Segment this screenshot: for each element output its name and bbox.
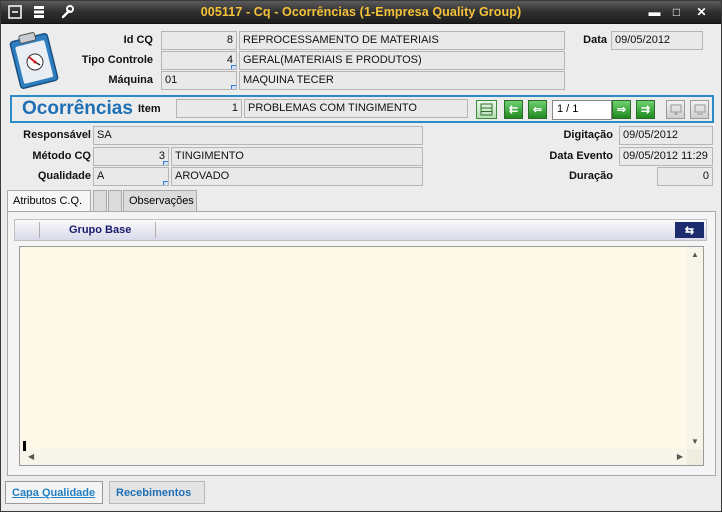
digitacao-label: Digitação bbox=[563, 129, 613, 141]
lookup-marker-icon bbox=[163, 161, 168, 165]
responsavel-field[interactable]: SA bbox=[93, 126, 423, 145]
maquina-description-field[interactable]: MAQUINA TECER bbox=[239, 71, 565, 90]
maquina-code: 01 bbox=[165, 74, 178, 86]
scroll-down-icon[interactable]: ▼ bbox=[691, 437, 699, 446]
close-button[interactable]: ✕ bbox=[693, 4, 710, 19]
tipo-controle-label: Tipo Controle bbox=[81, 54, 153, 66]
last-record-button[interactable]: ⇉ bbox=[636, 100, 655, 119]
tab-recebimentos[interactable]: Recebimentos bbox=[109, 481, 205, 504]
remove-record-icon bbox=[694, 104, 705, 114]
metodo-cq-description-field[interactable]: TINGIMENTO bbox=[171, 147, 423, 166]
item-description-field[interactable]: PROBLEMAS COM TINGIMENTO bbox=[244, 99, 468, 118]
tab-blank-1[interactable] bbox=[93, 190, 107, 211]
column-separator bbox=[155, 222, 156, 238]
insert-record-button[interactable] bbox=[666, 100, 685, 119]
responsavel-label: Responsável bbox=[23, 129, 91, 141]
text-cursor bbox=[23, 441, 26, 451]
column-separator bbox=[39, 222, 40, 238]
scrollbar-corner bbox=[687, 449, 703, 465]
attributes-grid-area[interactable]: ▲ ▼ ◀ ▶ bbox=[19, 246, 704, 466]
atributos-panel: Grupo Base ⇆ ▲ ▼ ◀ ▶ bbox=[7, 211, 716, 476]
title-bar: 005117 - Cq - Ocorrências (1-Empresa Qua… bbox=[1, 1, 721, 24]
data-evento-label: Data Evento bbox=[549, 150, 613, 162]
tab-capa-qualidade[interactable]: Capa Qualidade bbox=[5, 481, 103, 504]
ocorrencias-bar: Ocorrências Item 1 PROBLEMAS COM TINGIME… bbox=[10, 95, 714, 123]
duracao-label: Duração bbox=[568, 170, 613, 182]
tipo-controle-code-field[interactable]: 4 bbox=[161, 51, 237, 70]
ocorrencias-title: Ocorrências bbox=[22, 98, 133, 119]
qualidade-code-field[interactable]: A bbox=[93, 167, 169, 186]
data-evento-field[interactable]: 09/05/2012 11:29 bbox=[619, 147, 713, 166]
qualidade-code: A bbox=[97, 170, 105, 182]
qualidade-description-field[interactable]: AROVADO bbox=[171, 167, 423, 186]
tab-atributos-cq[interactable]: Atributos C.Q. bbox=[7, 190, 91, 212]
data-field[interactable]: 09/05/2012 bbox=[611, 31, 703, 50]
grid-icon bbox=[480, 103, 493, 116]
next-record-button[interactable]: ⇒ bbox=[612, 100, 631, 119]
lookup-marker-icon bbox=[231, 65, 236, 69]
minimize-button[interactable]: ▬ bbox=[646, 4, 663, 19]
list-view-button[interactable] bbox=[476, 100, 497, 119]
previous-record-button[interactable]: ⇐ bbox=[528, 100, 547, 119]
item-code-field[interactable]: 1 bbox=[176, 99, 242, 118]
tab-blank-2[interactable] bbox=[108, 190, 122, 211]
delete-record-button[interactable] bbox=[690, 100, 709, 119]
scroll-up-icon[interactable]: ▲ bbox=[691, 250, 699, 259]
quality-clipboard-icon bbox=[7, 29, 63, 89]
vertical-scrollbar[interactable]: ▲ ▼ bbox=[687, 247, 703, 449]
data-label: Data bbox=[583, 34, 607, 46]
digitacao-field[interactable]: 09/05/2012 bbox=[619, 126, 713, 145]
maquina-code-field[interactable]: 01 bbox=[161, 71, 237, 90]
id-cq-description-field[interactable]: REPROCESSAMENTO DE MATERIAIS bbox=[239, 31, 565, 50]
lookup-marker-icon bbox=[231, 85, 236, 89]
metodo-cq-code-field[interactable]: 3 bbox=[93, 147, 169, 166]
record-pager: 1 / 1 bbox=[552, 100, 612, 120]
scroll-right-icon[interactable]: ▶ bbox=[677, 452, 683, 461]
id-cq-code-field[interactable]: 8 bbox=[161, 31, 237, 50]
window-title: 005117 - Cq - Ocorrências (1-Empresa Qua… bbox=[200, 5, 522, 19]
tab-observacoes[interactable]: Observações bbox=[123, 190, 197, 211]
id-cq-label: Id CQ bbox=[123, 34, 153, 46]
metodo-cq-label: Método CQ bbox=[32, 150, 91, 162]
lookup-marker-icon bbox=[163, 181, 168, 185]
first-record-button[interactable]: ⇇ bbox=[504, 100, 523, 119]
add-record-icon bbox=[670, 104, 681, 115]
tipo-controle-description-field[interactable]: GERAL(MATERIAIS E PRODUTOS) bbox=[239, 51, 565, 70]
grupo-base-column-header[interactable]: Grupo Base bbox=[69, 224, 131, 236]
item-label: Item bbox=[138, 103, 161, 115]
qualidade-label: Qualidade bbox=[37, 170, 91, 182]
horizontal-scrollbar[interactable]: ◀ ▶ bbox=[20, 449, 687, 465]
column-navigate-button[interactable]: ⇆ bbox=[675, 222, 704, 238]
grid-header: Grupo Base ⇆ bbox=[14, 219, 707, 241]
scroll-left-icon[interactable]: ◀ bbox=[28, 452, 34, 461]
maquina-label: Máquina bbox=[108, 74, 153, 86]
duracao-field[interactable]: 0 bbox=[657, 167, 713, 186]
application-window: 005117 - Cq - Ocorrências (1-Empresa Qua… bbox=[0, 0, 722, 512]
maximize-button[interactable]: □ bbox=[668, 4, 685, 19]
